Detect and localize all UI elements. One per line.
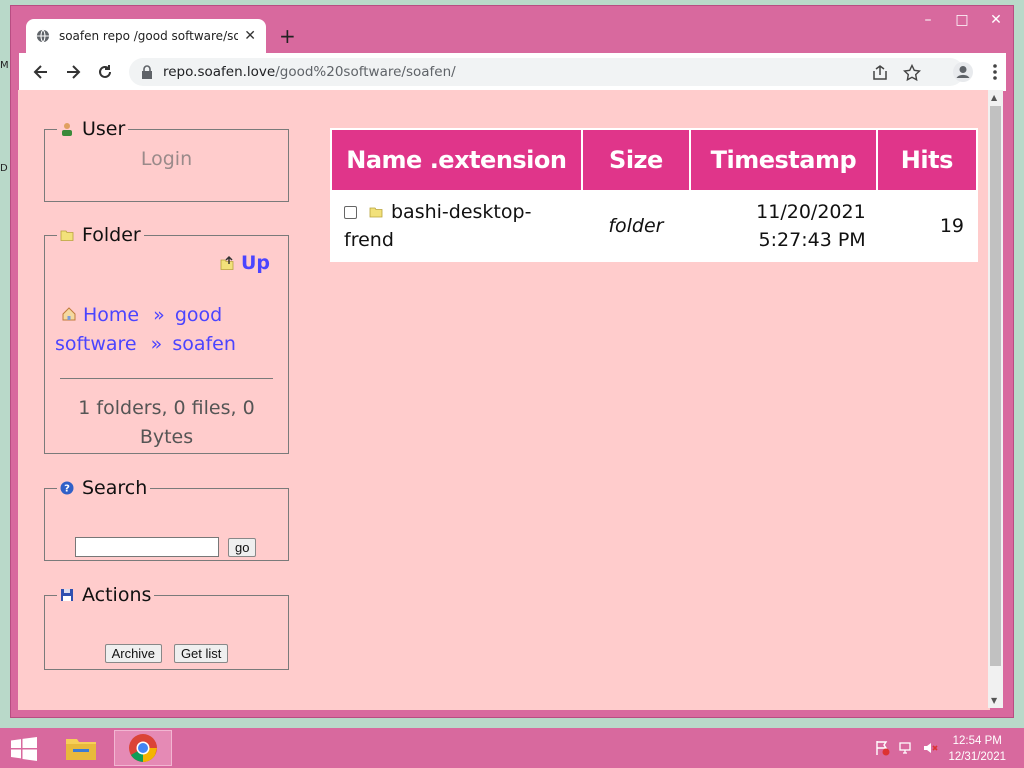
star-icon[interactable] <box>903 64 921 82</box>
folder-icon <box>60 230 74 241</box>
address-bar[interactable]: repo.soafen.love/good%20software/soafen/ <box>129 58 964 86</box>
archive-button[interactable]: Archive <box>104 644 162 663</box>
page-content: User Login Folder Up Home » good softwar… <box>18 90 990 710</box>
cell-hits: 19 <box>877 192 976 260</box>
taskbar: 12:54 PM 12/31/2021 <box>0 728 1024 768</box>
actions-legend-label: Actions <box>82 584 152 606</box>
close-icon[interactable]: ✕ <box>244 28 256 44</box>
file-table: Name .extension Size Timestamp Hits bash… <box>330 128 978 262</box>
search-panel: ? Search go <box>44 477 289 561</box>
tab-title: soafen repo /good software/soafen/ <box>58 29 239 43</box>
system-clock[interactable]: 12:54 PM 12/31/2021 <box>948 733 1006 765</box>
get-list-button[interactable]: Get list <box>173 644 229 663</box>
home-icon <box>62 307 76 321</box>
cell-date: 11/20/2021 <box>756 201 866 223</box>
profile-icon[interactable] <box>951 60 975 84</box>
clock-time: 12:54 PM <box>952 735 1002 747</box>
forward-icon[interactable] <box>61 60 85 84</box>
globe-icon <box>36 29 50 43</box>
browser-tab[interactable]: soafen repo /good software/soafen/ ✕ <box>26 19 266 53</box>
save-icon <box>61 589 73 601</box>
search-input[interactable] <box>75 537 219 557</box>
network-icon[interactable] <box>898 740 914 756</box>
menu-icon[interactable] <box>983 60 1007 84</box>
page-scrollbar[interactable]: ▲ ▼ <box>988 90 1003 708</box>
divider <box>60 378 273 379</box>
crumb-soafen[interactable]: soafen <box>172 333 236 355</box>
volume-muted-icon[interactable] <box>922 740 938 756</box>
tab-strip: soafen repo /good software/soafen/ ✕ + <box>11 6 1013 53</box>
header-size[interactable]: Size <box>582 130 690 190</box>
go-button[interactable]: go <box>228 537 257 557</box>
cell-time: 5:27:43 PM <box>758 229 866 251</box>
cell-name: bashi-desktop-frend <box>332 192 581 260</box>
row-checkbox[interactable] <box>344 206 357 219</box>
file-explorer-icon[interactable] <box>52 730 110 766</box>
folder-legend: Folder <box>57 224 144 246</box>
actions-row: Archive Get list <box>45 644 288 663</box>
user-legend: User <box>57 118 128 140</box>
folder-stats: 1 folders, 0 files, 0 Bytes <box>78 397 255 448</box>
url-path: /good%20software/soafen/ <box>275 64 456 80</box>
search-legend: ? Search <box>57 477 150 499</box>
windows-start-icon[interactable] <box>10 737 38 761</box>
url-host: repo.soafen.love <box>163 64 276 80</box>
crumb-sep-2: » <box>150 333 163 355</box>
help-icon: ? <box>60 481 74 495</box>
browser-toolbar: repo.soafen.love/good%20software/soafen/ <box>19 53 1006 91</box>
flag-alert-icon[interactable] <box>874 740 890 756</box>
reload-icon[interactable] <box>93 60 117 84</box>
folder-legend-label: Folder <box>82 224 141 246</box>
url-text: repo.soafen.love/good%20software/soafen/ <box>163 64 456 80</box>
share-icon[interactable] <box>871 64 889 82</box>
header-timestamp[interactable]: Timestamp <box>691 130 876 190</box>
chrome-icon[interactable] <box>114 730 172 766</box>
table-header-row: Name .extension Size Timestamp Hits <box>332 130 976 190</box>
crumb-sep-1: » <box>153 304 165 326</box>
plus-icon[interactable]: + <box>279 24 296 48</box>
up-link[interactable]: Up <box>219 252 270 274</box>
scroll-up-icon[interactable]: ▲ <box>991 93 997 102</box>
cell-timestamp: 11/20/2021 5:27:43 PM <box>691 192 876 260</box>
search-row: go <box>75 537 257 557</box>
up-label: Up <box>240 252 270 274</box>
user-legend-label: User <box>82 118 126 140</box>
back-icon[interactable] <box>29 60 53 84</box>
folder-icon <box>369 207 383 218</box>
header-name[interactable]: Name .extension <box>332 130 581 190</box>
search-legend-label: Search <box>82 477 148 499</box>
header-hits[interactable]: Hits <box>877 130 976 190</box>
up-icon <box>220 255 234 270</box>
folder-panel: Folder Up Home » good software » soafen … <box>44 224 289 454</box>
crumb-home[interactable]: Home <box>83 304 139 326</box>
table-row: bashi-desktop-frend folder 11/20/2021 5:… <box>332 192 976 260</box>
svg-text:?: ? <box>64 484 70 495</box>
actions-panel: Actions Archive Get list <box>44 584 289 670</box>
scroll-thumb[interactable] <box>990 106 1001 666</box>
cell-size: folder <box>582 192 690 260</box>
login-link[interactable]: Login <box>45 148 288 170</box>
lock-icon <box>142 65 152 79</box>
desktop-glyph-m: M <box>0 60 9 71</box>
scroll-down-icon[interactable]: ▼ <box>991 696 997 705</box>
clock-date: 12/31/2021 <box>948 751 1006 763</box>
actions-legend: Actions <box>57 584 154 606</box>
user-icon <box>62 123 72 136</box>
user-panel: User Login <box>44 118 289 202</box>
desktop-glyph-d: D <box>0 163 8 174</box>
breadcrumb: Home » good software » soafen <box>55 301 275 359</box>
